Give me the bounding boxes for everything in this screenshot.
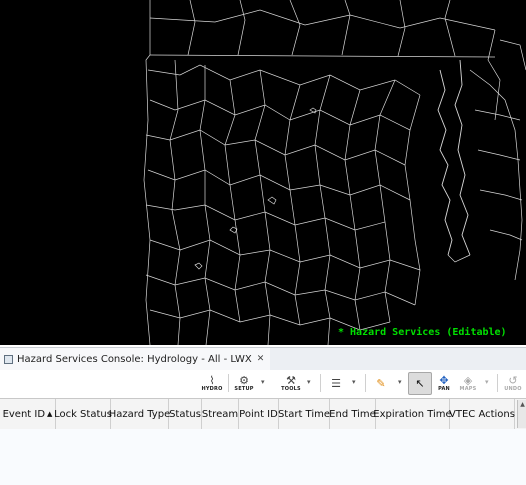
map-display[interactable]: * Hazard Services (Editable)	[0, 0, 526, 345]
column-header-event-id[interactable]: Event ID ▲	[0, 399, 56, 429]
toolbar-divider	[365, 374, 366, 392]
hydro-button[interactable]: ⌇ HYDRO	[201, 372, 222, 395]
events-table-body[interactable]	[0, 429, 526, 485]
gear-icon: ⚙	[239, 374, 249, 387]
sort-ascending-icon: ▲	[47, 410, 53, 418]
maps-icon: ◈	[463, 374, 473, 387]
column-header-expiration-time[interactable]: Expiration Time	[373, 399, 452, 429]
document-icon: ☰	[331, 377, 341, 390]
product-dropdown-chevron-down-icon[interactable]: ▾	[352, 378, 356, 386]
undo-button[interactable]: ↺ UNDO	[503, 372, 523, 395]
column-header-lock-status[interactable]: Lock Status	[54, 399, 112, 429]
scroll-up-icon[interactable]: ▲	[518, 400, 526, 409]
column-header-point-id[interactable]: Point ID	[239, 399, 279, 429]
toolbar-divider	[497, 374, 498, 392]
console-tab-bar: Hazard Services Console: Hydrology - All…	[0, 347, 526, 371]
undo-icon: ↺	[508, 374, 518, 387]
setup-button[interactable]: ⚙ SETUP	[234, 372, 254, 395]
close-icon[interactable]: ✕	[257, 354, 265, 364]
maps-button[interactable]: ◈ MAPS	[458, 372, 478, 395]
setup-dropdown-chevron-down-icon[interactable]: ▾	[261, 378, 265, 386]
column-header-vtec-actions[interactable]: VTEC Actions	[449, 399, 515, 429]
console-tab[interactable]: Hazard Services Console: Hydrology - All…	[0, 348, 271, 370]
hydro-icon: ⌇	[209, 374, 215, 387]
column-header-start-time[interactable]: Start Time	[278, 399, 330, 429]
column-header-stream[interactable]: Stream	[202, 399, 239, 429]
editable-status-text: * Hazard Services (Editable)	[338, 327, 507, 338]
column-header-hazard-type[interactable]: Hazard Type	[109, 399, 170, 429]
toolbar-divider	[320, 374, 321, 392]
pencil-icon: ✎	[376, 377, 386, 390]
console-tab-title: Hazard Services Console: Hydrology - All…	[17, 353, 252, 365]
table-vertical-scrollbar[interactable]: ▲	[517, 400, 526, 428]
console-toolbar: ⌇ HYDRO ⚙ SETUP ▾ ⚒ TOOLS ▾ ☰ ▾ ✎ ▾ ↖ ✥ …	[0, 370, 526, 397]
pan-icon: ✥	[439, 374, 449, 387]
column-header-status[interactable]: Status	[169, 399, 202, 429]
console-window-icon	[4, 354, 13, 364]
events-table-header: Event ID ▲ Lock Status Hazard Type Statu…	[0, 398, 526, 430]
product-button[interactable]: ☰	[327, 372, 345, 395]
tools-button[interactable]: ⚒ TOOLS	[280, 372, 302, 395]
county-boundaries	[143, 0, 526, 345]
select-button[interactable]: ↖	[408, 372, 432, 395]
draw-dropdown-chevron-down-icon[interactable]: ▾	[398, 378, 402, 386]
draw-button[interactable]: ✎	[372, 372, 390, 395]
maps-dropdown-chevron-down-icon[interactable]: ▾	[485, 378, 489, 386]
toolbar-divider	[228, 374, 229, 392]
pan-button[interactable]: ✥ PAN	[435, 372, 453, 395]
tools-dropdown-chevron-down-icon[interactable]: ▾	[307, 378, 311, 386]
column-header-end-time[interactable]: End Time	[329, 399, 376, 429]
cursor-arrow-icon: ↖	[415, 377, 425, 390]
wrench-icon: ⚒	[286, 374, 296, 387]
